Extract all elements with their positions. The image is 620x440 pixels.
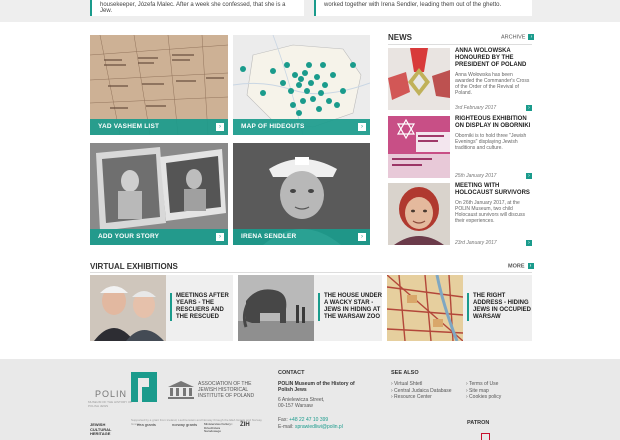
see-also-heading: SEE ALSO <box>391 370 419 376</box>
arrow-right-icon[interactable]: › <box>526 173 532 179</box>
polin-wordmark[interactable]: POLIN <box>95 389 127 399</box>
tile-map-of-hideouts[interactable]: MAP OF HIDEOUTS › <box>233 35 370 135</box>
tile-label: ADD YOUR STORY <box>98 233 160 240</box>
archive-link[interactable]: ARCHIVE › <box>501 34 535 41</box>
news-item[interactable]: ANNA WOLOWSKA HONOURED BY THE PRESIDENT … <box>388 48 532 112</box>
news-item-text: Oborniki is to hold three "Jewish Evenin… <box>455 133 527 151</box>
news-item-date: 25th January 2017 <box>455 173 497 179</box>
contact-org-name: POLIN Museum of the History of Polish Je… <box>278 381 355 393</box>
contact-heading: CONTACT <box>278 370 305 376</box>
terms-of-use-link[interactable]: › Terms of Use <box>466 381 501 388</box>
email-link[interactable]: sprawiedliwi@polin.pl <box>295 424 343 430</box>
tile-irena-sendler[interactable]: IRENA SENDLER › <box>233 143 370 245</box>
news-item-title[interactable]: MEETING WITH HOLOCAUST SURVIVORS <box>455 183 532 197</box>
news-item-title[interactable]: RIGHTEOUS EXHIBITION ON DISPLAY IN OBORN… <box>455 116 532 130</box>
zih-logo[interactable]: ŻIH <box>240 422 258 427</box>
exhibition-title[interactable]: MEETINGS AFTER YEARS - THE RESCUERS AND … <box>170 293 234 321</box>
tile-yad-vashem-list[interactable]: YAD VASHEM LIST › <box>90 35 228 135</box>
contact-fax: Fax: +48 22 47 10 399 <box>278 417 328 423</box>
see-also-list: › Virtual Shtetl › Central Judaica Datab… <box>391 381 452 401</box>
arrow-right-icon[interactable]: › <box>526 240 532 246</box>
arrow-right-icon: › <box>527 263 534 269</box>
story-snippet-left[interactable]: housekeeper, Józefa Malec. After a week … <box>90 0 304 16</box>
virtual-exhibitions-heading: VIRTUAL EXHIBITIONS <box>90 262 178 271</box>
archive-label: ARCHIVE <box>501 34 526 41</box>
eea-grants-logo[interactable]: eea grants <box>137 422 167 428</box>
polin-logo-icon[interactable] <box>131 372 157 402</box>
policy-list: › Terms of Use › Site map › Cookies poli… <box>466 381 501 401</box>
building-icon[interactable] <box>168 381 194 399</box>
arrow-right-icon: › <box>216 123 224 131</box>
news-item-title[interactable]: ANNA WOLOWSKA HONOURED BY THE PRESIDENT … <box>455 48 532 69</box>
tile-label: MAP OF HIDEOUTS <box>241 123 305 130</box>
survivor-portrait-image <box>388 183 450 245</box>
story-snippet-right[interactable]: worked together with Irena Sendler, lead… <box>314 0 532 16</box>
news-heading: NEWS <box>388 33 412 42</box>
see-also-link[interactable]: › Resource Center <box>391 394 452 401</box>
cookies-policy-link[interactable]: › Cookies policy <box>466 394 501 401</box>
arrow-right-icon: › <box>216 233 224 241</box>
ministry-logo[interactable]: Ministerstwo Kultury i Dziedzictwa Narod… <box>204 422 234 434</box>
tile-label: YAD VASHEM LIST <box>98 123 160 130</box>
association-name[interactable]: ASSOCIATION OF THE JEWISH HISTORICAL INS… <box>198 381 268 399</box>
contact-city: 00-157 Warsaw <box>278 403 313 409</box>
arrow-right-icon: › <box>358 233 366 241</box>
news-item[interactable]: MEETING WITH HOLOCAUST SURVIVORS On 26th… <box>388 183 532 247</box>
email-label: E-mail: <box>278 424 294 430</box>
arrow-right-icon: › <box>528 34 535 40</box>
tile-label: IRENA SENDLER <box>241 233 297 240</box>
exhibitions-divider <box>90 272 532 273</box>
exhibition-card[interactable]: THE RIGHT ADDRESS - HIDING JEWS IN OCCUP… <box>387 275 532 341</box>
news-item-text: On 26th January 2017, at the POLIN Museu… <box>455 200 526 224</box>
tile-band: YAD VASHEM LIST › <box>90 119 228 135</box>
patron-heading: PATRON <box>467 420 490 426</box>
rescuers-photo-image <box>90 275 166 341</box>
exhibition-poster-image <box>388 116 450 178</box>
news-divider <box>388 44 532 45</box>
exhibition-title[interactable]: THE RIGHT ADDRESS - HIDING JEWS IN OCCUP… <box>467 293 531 321</box>
arrow-right-icon[interactable]: › <box>526 105 532 111</box>
warsaw-zoo-elephant-image <box>238 275 314 341</box>
tile-add-your-story[interactable]: ADD YOUR STORY › <box>90 143 228 245</box>
tile-band: MAP OF HIDEOUTS › <box>233 119 370 135</box>
warsaw-map-image <box>387 275 463 341</box>
news-item-date: 3rd February 2017 <box>455 105 497 111</box>
more-link[interactable]: MORE › <box>508 263 534 269</box>
patron-logo-icon[interactable] <box>481 433 490 440</box>
exhibition-card[interactable]: THE HOUSE UNDER A WACKY STAR - JEWS IN H… <box>238 275 382 341</box>
norway-grants-logo[interactable]: norway grants <box>172 422 198 428</box>
arrow-right-icon: › <box>358 123 366 131</box>
fax-number[interactable]: +48 22 47 10 399 <box>289 417 328 423</box>
fax-label: Fax: <box>278 417 288 423</box>
news-item-date: 23rd January 2017 <box>455 240 497 246</box>
medal-image <box>388 48 450 110</box>
news-item[interactable]: RIGHTEOUS EXHIBITION ON DISPLAY IN OBORN… <box>388 116 532 180</box>
polin-subtitle: MUSEUM OF THE HISTORY OF POLISH JEWS <box>88 400 133 408</box>
exhibition-title[interactable]: THE HOUSE UNDER A WACKY STAR - JEWS IN H… <box>318 293 382 321</box>
more-label: MORE <box>508 263 525 270</box>
contact-email: E-mail: sprawiedliwi@polin.pl <box>278 424 343 430</box>
jewish-heritage-logo[interactable]: JEWISH CULTURAL HERITAGE <box>90 422 124 437</box>
exhibition-card[interactable]: MEETINGS AFTER YEARS - THE RESCUERS AND … <box>90 275 233 341</box>
contact-org: POLIN Museum of the History of Polish Je… <box>278 381 358 393</box>
tile-band: IRENA SENDLER › <box>233 229 370 245</box>
tile-band: ADD YOUR STORY › <box>90 229 228 245</box>
news-item-text: Anna Wołowska has been awarded the Comma… <box>455 72 530 96</box>
